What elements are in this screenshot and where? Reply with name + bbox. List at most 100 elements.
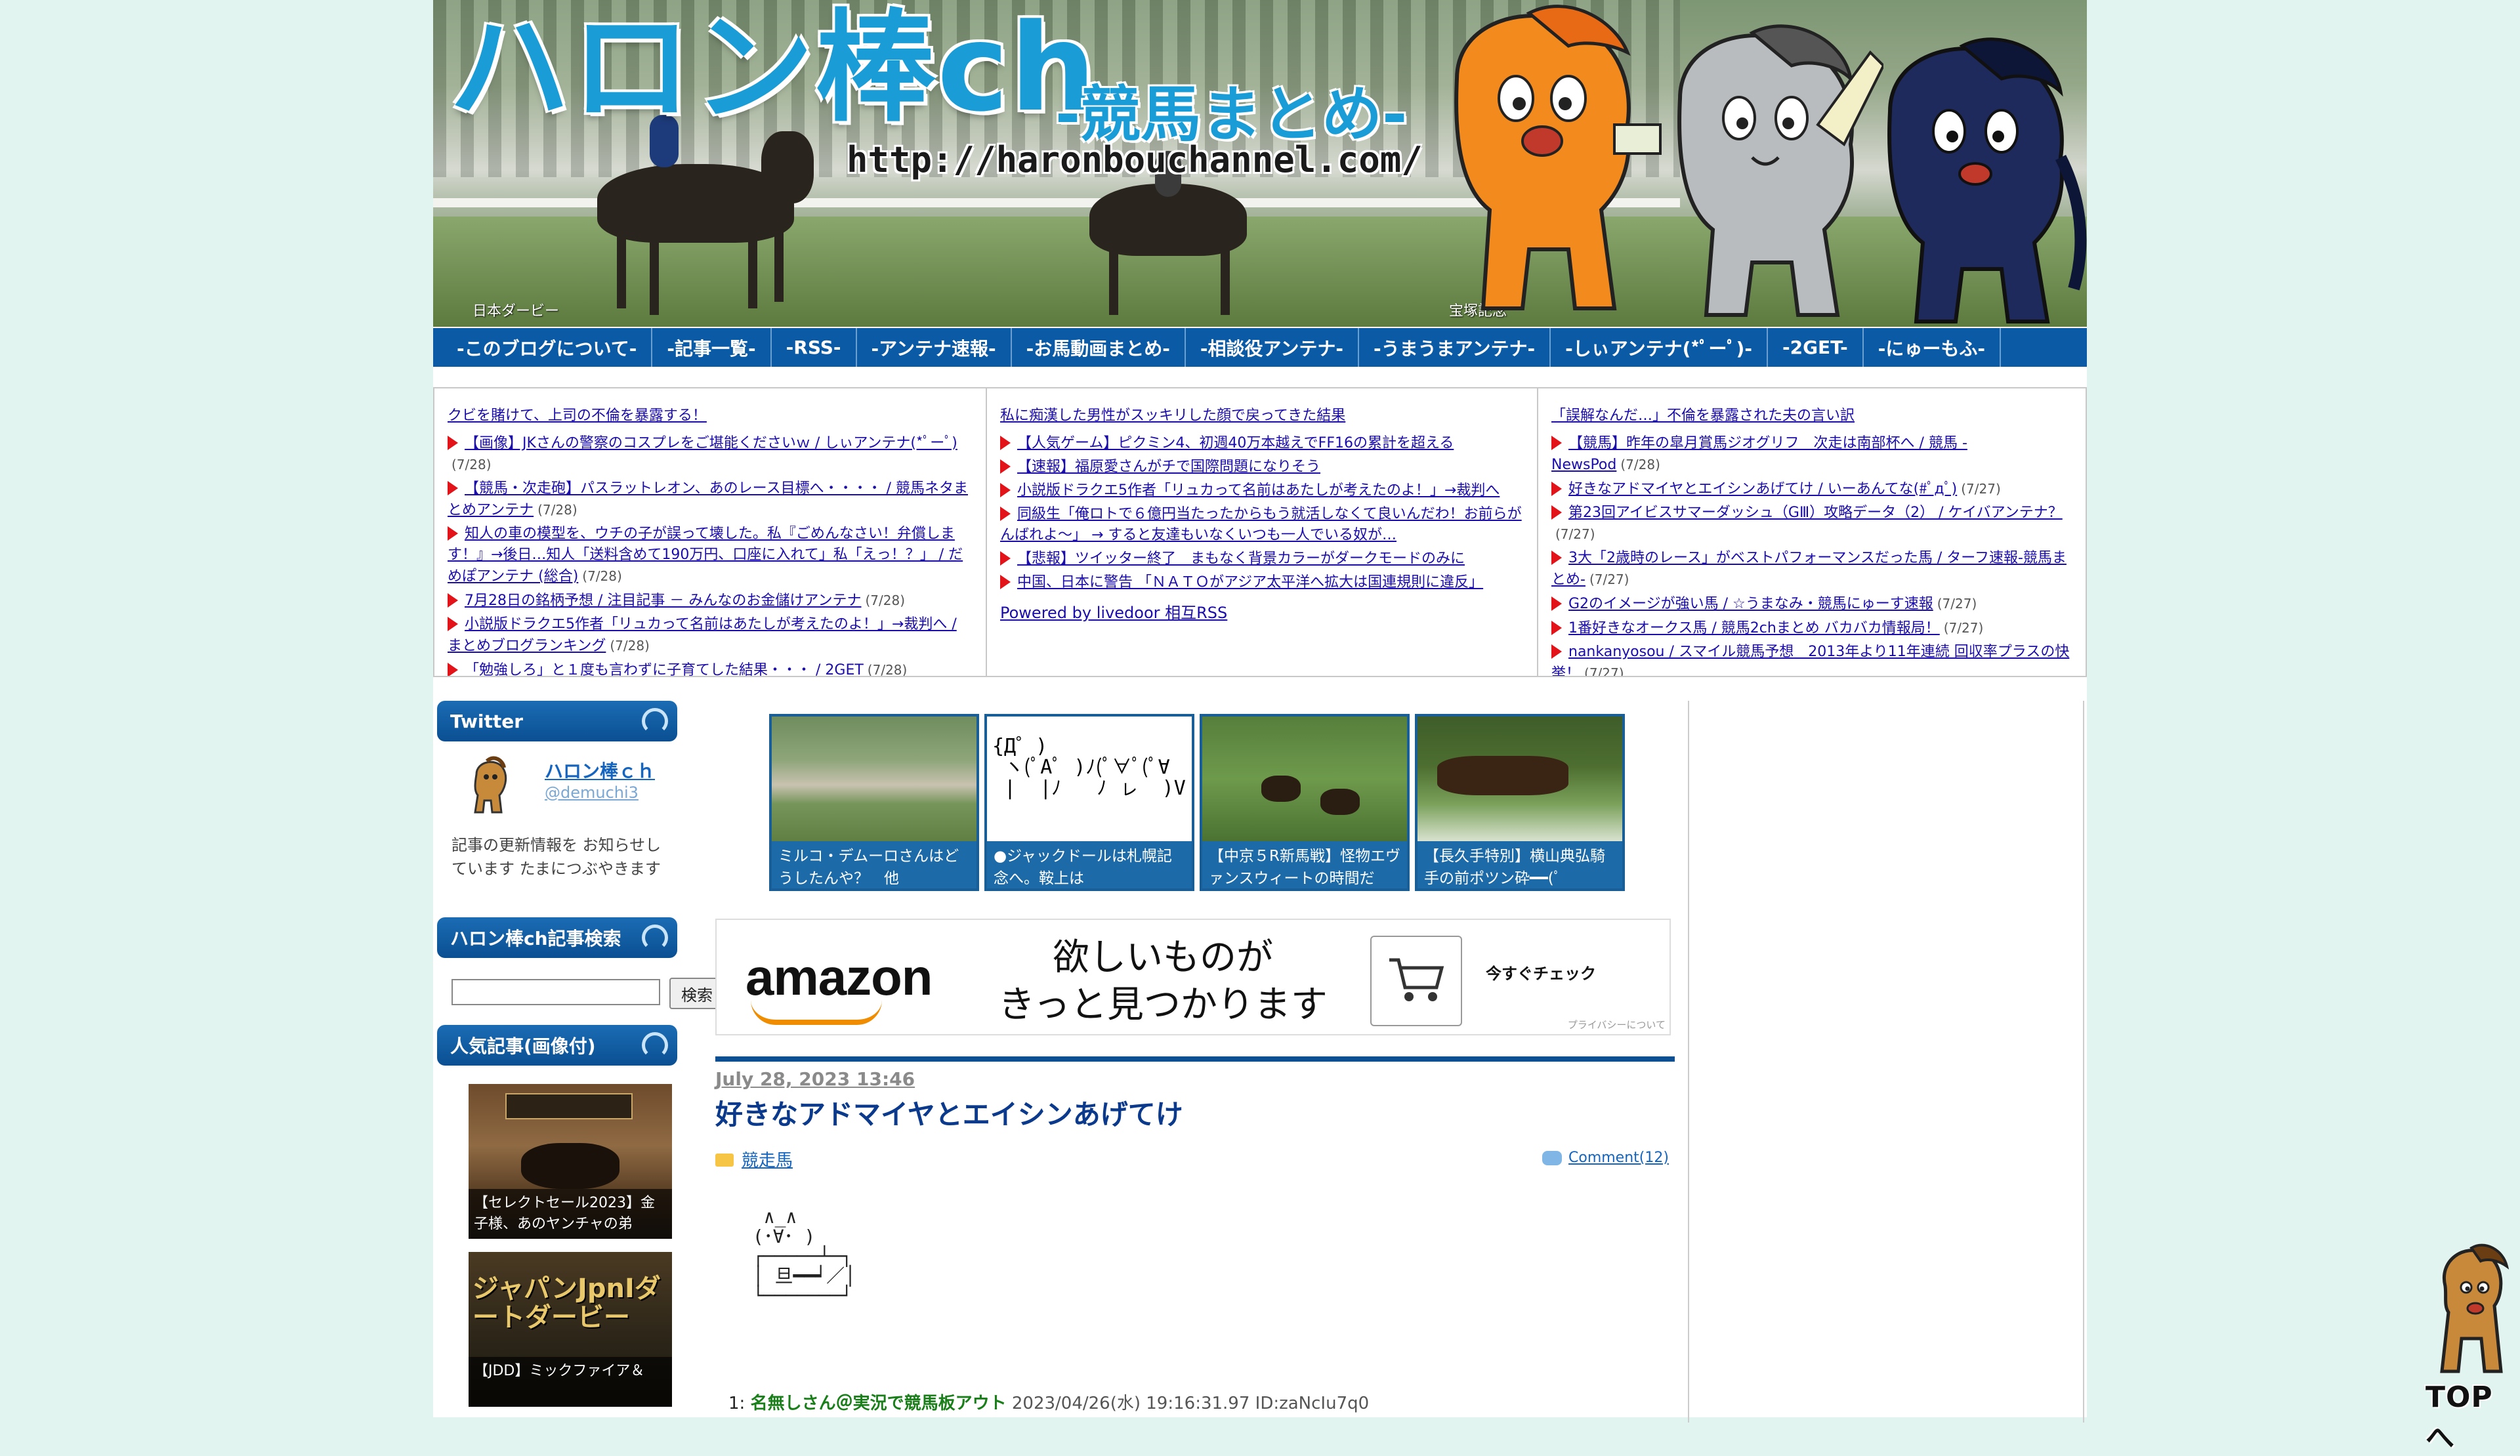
related-article-card[interactable]: 【長久手特別】横山典弘騎手の前ポツン砕━━(ﾟ: [1415, 714, 1625, 891]
horse-silhouette: [1437, 756, 1568, 795]
twitter-display-name[interactable]: ハロン棒ｃｈ: [545, 757, 655, 783]
nav-shii-antenna[interactable]: -しぃアンテナ(*ﾟーﾟ)-: [1551, 328, 1768, 367]
antenna-link[interactable]: 第23回アイビスサマーダッシュ（GⅢ）攻略データ（2） / ケイバアンテナ？: [1568, 505, 2063, 521]
antenna-date: (7/28): [582, 568, 622, 584]
search-widget-header: ハロン棒ch記事検索: [437, 917, 677, 958]
antenna-date: (7/27): [1555, 526, 1595, 542]
antenna-link[interactable]: 【競馬】昨年の皐月賞馬ジオグリフ 次走は南部杯へ / 競馬 - NewsPod: [1551, 435, 1967, 473]
red-arrow-icon: [448, 593, 458, 608]
red-arrow-icon: [1551, 644, 1562, 659]
amazon-ad-banner[interactable]: amazon 欲しいものが きっと見つかります 今すぐチェック プライバシーにつ…: [715, 919, 1671, 1035]
popular-article-card[interactable]: 【セレクトセール2023】金子様、あのヤンチャの弟: [469, 1084, 672, 1239]
related-article-card[interactable]: 【中京５R新馬戦】怪物エヴァンスウィートの時間だ: [1200, 714, 1410, 891]
twitter-handle[interactable]: @demuchi3: [545, 783, 639, 802]
amazon-tagline-line1: 欲しいものが: [1053, 936, 1273, 979]
antenna-link[interactable]: 【競馬・次走砲】パスラットレオン、あのレース目標へ・・・・ / 競馬ネタまとめア…: [448, 480, 968, 518]
site-header-banner[interactable]: ハロン棒ch -競馬まとめ- http://haronbouchannel.co…: [433, 0, 2087, 327]
search-input[interactable]: [452, 979, 660, 1005]
antenna-link[interactable]: 小説版ドラクエ5作者「リュカって名前はあたしが考えたのよ！」→裁判へ: [1017, 482, 1500, 499]
red-arrow-icon: [448, 617, 458, 631]
red-arrow-icon: [1551, 621, 1562, 635]
antenna-link[interactable]: 好きなアドマイヤとエイシンあげてけ / いーあんてな(#ﾟдﾟ): [1568, 481, 1957, 497]
search-form: 検索: [437, 958, 724, 1025]
entry-date[interactable]: July 28, 2023 13:46: [715, 1068, 1675, 1090]
antenna-link[interactable]: 知人の車の模型を、ウチの子が誤って壊した。私『ごめんなさい！弁償します！』→後日…: [448, 526, 963, 585]
nav-umauma-antenna[interactable]: -うまうまアンテナ-: [1359, 328, 1551, 367]
antenna-link[interactable]: 中国、日本に警告 「ＮＡＴＯがアジア太平洋へ拡大は国連規則に違反」: [1017, 574, 1483, 591]
horse-silhouette: [1261, 776, 1301, 802]
article-caption: ミルコ・デムーロさんはどうしたんや？ 他: [772, 841, 976, 888]
shopping-cart-icon: [1370, 936, 1462, 1026]
antenna-date: (7/28): [1620, 457, 1660, 472]
res-meta: 2023/04/26(水) 19:16:31.97 ID:zaNcIu7q0: [1011, 1394, 1370, 1413]
res-number: 1:: [728, 1394, 746, 1413]
jdd-title-graphic: ジャパンJpnⅠダートダービー: [472, 1274, 661, 1333]
nav-rss[interactable]: -RSS-: [772, 328, 857, 367]
antenna-link[interactable]: 【速報】福原愛さんがチで国際問題になりそう: [1017, 459, 1320, 475]
related-thumbnails: ミルコ・デムーロさんはどうしたんや？ 他 {Д゜) ヽ(ﾟAﾟ )ﾉ(ﾟ∀ﾟ(ﾟ…: [769, 714, 1625, 891]
ascii-art: {Д゜) ヽ(ﾟAﾟ )ﾉ(ﾟ∀ﾟ(ﾟ∀ | |ﾉ ﾉ ㇾ )V: [992, 735, 1186, 800]
nav-horse-videos[interactable]: -お馬動画まとめ-: [1012, 328, 1186, 367]
orange-horse-mascot-icon: [1454, 5, 1662, 310]
popular-article-list: 【セレクトセール2023】金子様、あのヤンチャの弟 ジャパンJpnⅠダートダービ…: [437, 1066, 677, 1407]
widget-title: 人気記事(画像付): [450, 1035, 596, 1057]
red-arrow-icon: [448, 663, 458, 676]
red-arrow-icon: [1551, 596, 1562, 611]
red-arrow-icon: [1000, 551, 1011, 566]
left-sidebar: Twitter ハロン棒ｃｈ @demuchi3 記事の更新情報を お知らせして…: [437, 701, 724, 1420]
category-link[interactable]: 競走馬: [742, 1147, 793, 1171]
popular-article-card[interactable]: ジャパンJpnⅠダートダービー 【JDD】ミックファイア＆: [469, 1252, 672, 1407]
red-arrow-icon: [448, 526, 458, 541]
antenna-headline-link[interactable]: 「誤解なんだ…」不倫を暴露された夫の言い訳: [1551, 407, 1855, 424]
red-arrow-icon: [1000, 459, 1011, 474]
nav-soudanyaku-antenna[interactable]: -相談役アンテナ-: [1186, 328, 1360, 367]
antenna-link[interactable]: G2のイメージが強い馬 / ☆うまなみ・競馬にゅーす速報: [1568, 596, 1933, 612]
article-caption: 【セレクトセール2023】金子様、あのヤンチャの弟: [469, 1189, 672, 1239]
antenna-date: (7/27): [1589, 572, 1629, 587]
related-article-card[interactable]: ミルコ・デムーロさんはどうしたんや？ 他: [769, 714, 979, 891]
horse-silhouette: [521, 1143, 620, 1189]
article-entry: July 28, 2023 13:46 好きなアドマイヤとエイシンあげてけ 競走…: [715, 1056, 1675, 1413]
folder-icon: [715, 1154, 734, 1167]
antenna-link[interactable]: 7月28日の銘柄予想 / 注目記事 － みんなのお金儲けアンテナ: [465, 593, 862, 609]
entry-title[interactable]: 好きなアドマイヤとエイシンあげてけ: [715, 1092, 1675, 1133]
antenna-date: (7/28): [537, 502, 578, 518]
antenna-headline-link[interactable]: 私に痴漢した男性がスッキリした顔で戻ってきた結果: [1000, 407, 1345, 424]
powered-by-livedoor-link[interactable]: Powered by livedoor 相互RSS: [1000, 604, 1227, 622]
amazon-smile-icon: [751, 1000, 882, 1025]
antenna-headline-link[interactable]: クビを賭けて、上司の不倫を暴露する！: [448, 407, 707, 424]
nav-newmofu[interactable]: -にゅーもふ-: [1864, 328, 2002, 367]
horse-silhouette: [1320, 789, 1360, 815]
back-to-top-button[interactable]: TOPへ: [2419, 1240, 2517, 1455]
comment-bubble-icon: [1542, 1151, 1562, 1165]
red-arrow-icon: [1551, 505, 1562, 520]
antenna-date: (7/27): [1961, 481, 2001, 497]
global-nav: -このブログについて- -記事一覧- -RSS- -アンテナ速報- -お馬動画ま…: [433, 328, 2087, 367]
antenna-link[interactable]: 【人気ゲーム】ピクミン4、初週40万本越えでFF16の累計を超える: [1017, 435, 1454, 451]
red-arrow-icon: [1551, 482, 1562, 496]
amazon-privacy-link[interactable]: プライバシーについて: [1568, 1018, 1666, 1031]
nav-about[interactable]: -このブログについて-: [442, 328, 653, 367]
article-thumbnail: [1202, 717, 1407, 841]
gray-horse-mascot-icon: [1677, 24, 1883, 317]
antenna-link[interactable]: 小説版ドラクエ5作者「リュカって名前はあたしが考えたのよ！」→裁判へ / まとめ…: [448, 616, 957, 654]
antenna-link[interactable]: 1番好きなオークス馬 / 競馬2chまとめ バカバカ情報局！: [1568, 620, 1940, 636]
antenna-link[interactable]: 「勉強しろ」と１度も言わずに子育てした結果・・・ / 2GET: [465, 662, 864, 676]
comment-count-link[interactable]: Comment(12): [1568, 1150, 1669, 1166]
header-caption-derby: 日本ダービー: [472, 303, 560, 320]
twitter-widget-header: Twitter: [437, 701, 677, 741]
nav-article-list[interactable]: -記事一覧-: [652, 328, 772, 367]
antenna-link[interactable]: nankanyosou / スマイル競馬予想 2013年より11年連続 回収率プ…: [1551, 644, 2069, 676]
amazon-logo: amazon: [746, 948, 933, 1006]
avatar[interactable]: [463, 755, 516, 814]
antenna-link[interactable]: 【悲報】ツイッター終了 まもなく背景カラーがダークモードのみに: [1017, 551, 1465, 567]
red-arrow-icon: [1000, 483, 1011, 497]
right-sidebar: [1688, 701, 2084, 1423]
nav-antenna-sokuhou[interactable]: -アンテナ速報-: [857, 328, 1012, 367]
nav-2get[interactable]: -2GET-: [1768, 328, 1864, 367]
related-article-card[interactable]: {Д゜) ヽ(ﾟAﾟ )ﾉ(ﾟ∀ﾟ(ﾟ∀ | |ﾉ ﾉ ㇾ )V ●ジャックドー…: [984, 714, 1194, 891]
popular-widget-header: 人気記事(画像付): [437, 1025, 677, 1066]
antenna-link[interactable]: 同級生「俺ロトで６億円当たったからもう就活しなくて良いんだわ！お前らがんばれよ～…: [1000, 506, 1522, 543]
amazon-check-now-link[interactable]: 今すぐチェック: [1486, 961, 1596, 984]
antenna-link[interactable]: 【画像】JKさんの警察のコスプレをご堪能くださいｗ / しぃアンテナ(*ﾟーﾟ): [465, 435, 957, 451]
